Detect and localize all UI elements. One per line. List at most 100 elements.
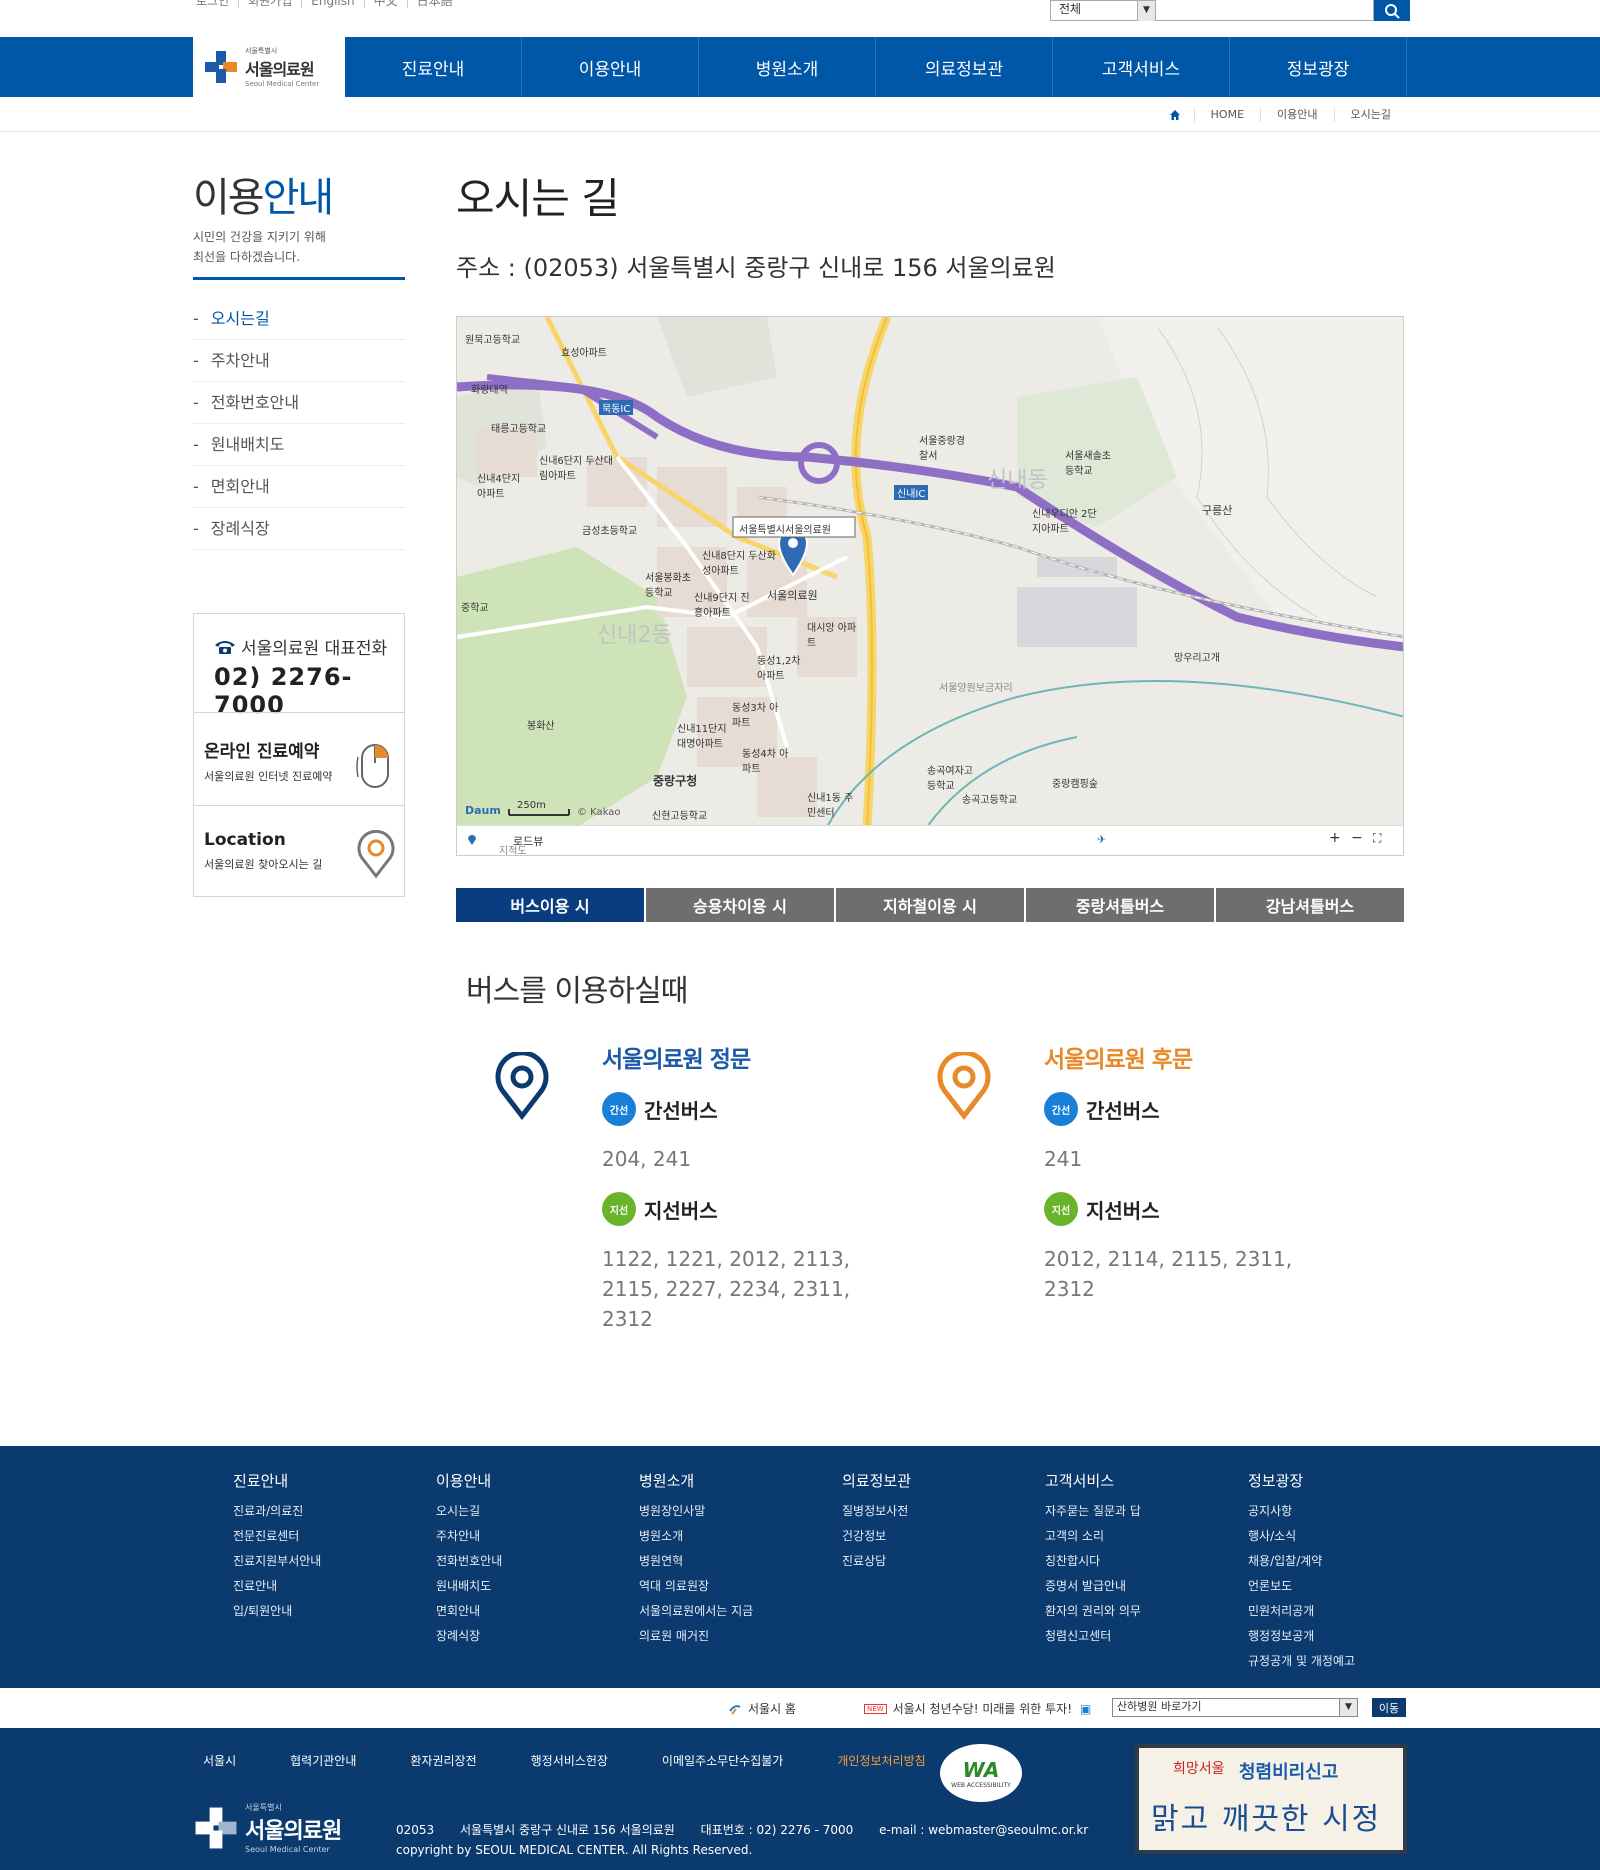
footer-sitemap-link[interactable]: 진료상담 <box>842 1549 1045 1574</box>
news-ticker[interactable]: NEW 서울시 청년수당! 미래를 위한 투자! ▣ <box>864 1700 1091 1717</box>
footer-sitemap-link[interactable]: 서울의료원에서는 지금 <box>639 1599 842 1624</box>
footer-sitemap-link[interactable]: 병원장인사말 <box>639 1499 842 1524</box>
map-scale: 250m <box>517 800 546 811</box>
footer-sitemap-link[interactable]: 진료안내 <box>233 1574 436 1599</box>
footer-sitemap-link[interactable]: 의료원 매거진 <box>639 1624 842 1649</box>
footer-sitemap-link[interactable]: 행정정보공개 <box>1248 1624 1451 1649</box>
news-expand-icon[interactable]: ▣ <box>1080 1702 1091 1716</box>
footer-sitemap-link[interactable]: 진료지원부서안내 <box>233 1549 436 1574</box>
breadcrumb-guide[interactable]: 이용안내 <box>1260 107 1333 122</box>
sidebar-item-parking[interactable]: 주차안내 <box>193 340 405 382</box>
footer-sitemap-link[interactable]: 청렴신고센터 <box>1045 1624 1248 1649</box>
footer-sitemap-link[interactable]: 자주묻는 질문과 답 <box>1045 1499 1248 1524</box>
footer-sitemap-link[interactable]: 언론보도 <box>1248 1574 1451 1599</box>
search-scope-select[interactable]: 전체 ▼ <box>1050 0 1156 21</box>
seoul-home-link[interactable]: 서울시 홈 <box>728 1700 796 1717</box>
affiliate-hospital-select[interactable]: 산하병원 바로가기 ▼ <box>1112 1698 1358 1717</box>
footer-sitemap-heading[interactable]: 고객서비스 <box>1045 1470 1248 1491</box>
map-label: 신현고등학교 <box>652 811 708 822</box>
roadview-icon[interactable] <box>467 834 477 849</box>
footer-sitemap-link[interactable]: 환자의 권리와 의무 <box>1045 1599 1248 1624</box>
home-icon[interactable] <box>1156 109 1194 121</box>
roadview-person-icon[interactable]: ✈ <box>1097 833 1106 846</box>
go-button[interactable]: 이동 <box>1372 1698 1406 1717</box>
gnb-item-info[interactable]: 정보광장 <box>1230 37 1407 97</box>
footer-sitemap-link[interactable]: 고객의 소리 <box>1045 1524 1248 1549</box>
gnb-item-guide[interactable]: 이용안내 <box>522 37 699 97</box>
footer-sitemap-link[interactable]: 전문진료센터 <box>233 1524 436 1549</box>
footer-sitemap-link[interactable]: 진료과/의료진 <box>233 1499 436 1524</box>
zoom-out-icon[interactable]: − <box>1351 830 1363 846</box>
login-link[interactable]: 로그인 <box>196 0 240 8</box>
footer-info: 02053 서울특별시 중랑구 신내로 156 서울의료원 대표번호 : 02)… <box>396 1820 1110 1860</box>
tab-subway[interactable]: 지하철이용 시 <box>836 888 1026 922</box>
footer-sitemap-link[interactable]: 질병정보사전 <box>842 1499 1045 1524</box>
footer-sitemap-link[interactable]: 병원연혁 <box>639 1549 842 1574</box>
footer-sitemap-link[interactable]: 전화번호안내 <box>436 1549 639 1574</box>
footer-link-privacy[interactable]: 개인정보처리방침 <box>837 1752 925 1769</box>
join-link[interactable]: 회원가입 <box>239 0 303 8</box>
sidebar-item-phone[interactable]: 전화번호안내 <box>193 382 405 424</box>
map-label: 송곡고등학교 <box>962 795 1018 806</box>
footer-sitemap-link[interactable]: 오시는길 <box>436 1499 639 1524</box>
footer-sitemap-link[interactable]: 규정공개 및 개정예고 <box>1248 1649 1451 1674</box>
footer-sitemap-link[interactable]: 건강정보 <box>842 1524 1045 1549</box>
online-reserve-box[interactable]: 온라인 진료예약 서울의료원 인터넷 진료예약 <box>193 712 405 806</box>
zoom-in-icon[interactable]: + <box>1329 830 1341 846</box>
footer-sitemap-heading[interactable]: 병원소개 <box>639 1470 842 1491</box>
map-view[interactable]: 서울특별시서울의료원 중랑구청 봉화산 구릉산 신내2동 신내동 서울중랑경찰서… <box>456 316 1404 856</box>
sidebar-item-floormap[interactable]: 원내배치도 <box>193 424 405 466</box>
footer-link-patient-rights[interactable]: 환자권리장전 <box>410 1752 476 1769</box>
footer-sitemap-heading[interactable]: 진료안내 <box>233 1470 436 1491</box>
footer-link-charter[interactable]: 행정서비스헌장 <box>531 1752 608 1769</box>
location-box[interactable]: Location 서울의료원 찾아오시는 길 <box>193 805 405 897</box>
sidebar-item-visit[interactable]: 면회안내 <box>193 466 405 508</box>
sidebar-item-funeral[interactable]: 장례식장 <box>193 508 405 550</box>
gnb-item-medinfo[interactable]: 의료정보관 <box>876 37 1053 97</box>
site-logo[interactable]: 서울특별시 서울의료원 Seoul Medical Center <box>193 37 345 97</box>
search-input[interactable] <box>1156 0 1374 21</box>
footer-sitemap-link[interactable]: 증명서 발급안내 <box>1045 1574 1248 1599</box>
footer-sitemap-link[interactable]: 행사/소식 <box>1248 1524 1451 1549</box>
footer-link-partners[interactable]: 협력기관안내 <box>290 1752 356 1769</box>
tab-gangnam-shuttle[interactable]: 강남셔틀버스 <box>1216 888 1404 922</box>
footer-sitemap-heading[interactable]: 이용안내 <box>436 1470 639 1491</box>
footer-link-seoul[interactable]: 서울시 <box>203 1752 236 1769</box>
footer-sitemap-link[interactable]: 주차안내 <box>436 1524 639 1549</box>
footer-sitemap-heading[interactable]: 정보광장 <box>1248 1470 1451 1491</box>
trunk-badge: 간선 <box>602 1092 636 1126</box>
footer-links: 서울시 협력기관안내 환자권리장전 행정서비스헌장 이메일주소무단수집불가 개인… <box>203 1752 980 1769</box>
footer-sitemap-link[interactable]: 원내배치도 <box>436 1574 639 1599</box>
sidebar-item-directions[interactable]: 오시는길 <box>193 298 405 340</box>
sidebar-title: 이용안내 <box>193 165 405 223</box>
footer-sitemap-heading[interactable]: 의료정보관 <box>842 1470 1045 1491</box>
cadastral-button[interactable]: 지적도 <box>499 847 527 856</box>
footer-sitemap-link[interactable]: 장례식장 <box>436 1624 639 1649</box>
footer-sitemap-link[interactable]: 민원처리공개 <box>1248 1599 1451 1624</box>
search-button[interactable] <box>1374 0 1410 21</box>
footer-sitemap-link[interactable]: 입/퇴원안내 <box>233 1599 436 1624</box>
gnb-item-about[interactable]: 병원소개 <box>699 37 876 97</box>
footer-sitemap-link[interactable]: 채용/입찰/계약 <box>1248 1549 1451 1574</box>
breadcrumb-home[interactable]: HOME <box>1193 107 1260 122</box>
footer-sitemap-link[interactable]: 병원소개 <box>639 1524 842 1549</box>
japanese-link[interactable]: 日本語 <box>408 0 462 8</box>
footer-link-email-policy[interactable]: 이메일주소무단수집불가 <box>662 1752 783 1769</box>
trunk-label: 간선버스 <box>1086 1098 1160 1123</box>
tab-jungnang-shuttle[interactable]: 중랑셔틀버스 <box>1026 888 1216 922</box>
footer-sitemap-link[interactable]: 역대 의료원장 <box>639 1574 842 1599</box>
tab-car[interactable]: 승용차이용 시 <box>646 888 836 922</box>
footer-sitemap-link[interactable]: 공지사항 <box>1248 1499 1451 1524</box>
gnb-item-care[interactable]: 진료안내 <box>345 37 522 97</box>
chinese-link[interactable]: 中文 <box>365 0 408 8</box>
fullscreen-icon[interactable]: ⛶ <box>1373 831 1381 846</box>
footer-sitemap-link[interactable]: 면회안내 <box>436 1599 639 1624</box>
gnb-item-service[interactable]: 고객서비스 <box>1053 37 1230 97</box>
integrity-banner[interactable]: 희망서울 청렴비리신고 맑고 깨끗한 시정 <box>1135 1744 1407 1854</box>
english-link[interactable]: English <box>302 0 365 8</box>
map-label: 동성4차 아파트 <box>742 749 789 775</box>
map-label: 동성1,2차 아파트 <box>757 656 801 682</box>
footer-sitemap-link[interactable]: 칭찬합시다 <box>1045 1549 1248 1574</box>
tab-bus[interactable]: 버스이용 시 <box>456 888 646 922</box>
breadcrumb-current[interactable]: 오시는길 <box>1333 107 1407 122</box>
